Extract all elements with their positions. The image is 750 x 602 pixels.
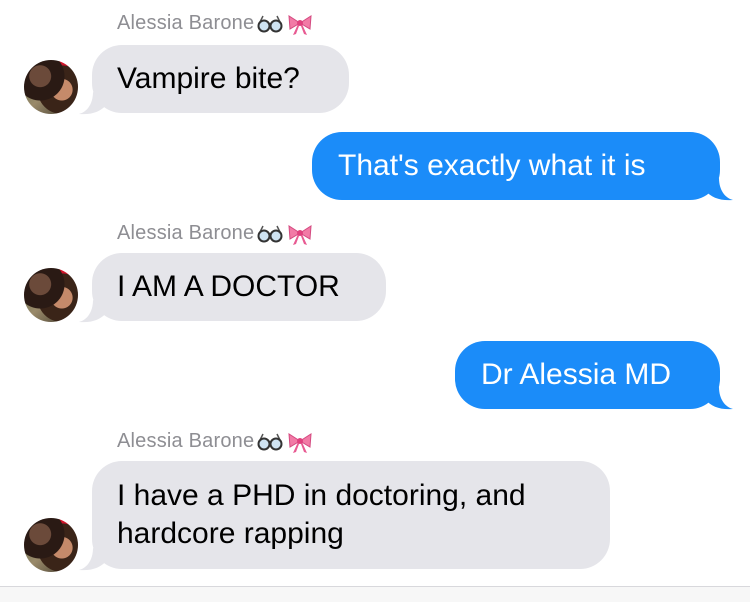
incoming-message[interactable]: I have a PHD in doctoring, and hardcore … bbox=[92, 461, 610, 569]
incoming-message[interactable]: I AM A DOCTOR bbox=[92, 253, 386, 321]
ribbon-emoji-icon bbox=[288, 14, 312, 35]
incoming-message[interactable]: Vampire bite? bbox=[92, 45, 349, 113]
glasses-emoji-icon bbox=[257, 225, 283, 242]
ribbon-emoji-icon bbox=[288, 432, 312, 453]
input-bar-edge bbox=[0, 586, 750, 602]
outgoing-message[interactable]: Dr Alessia MD bbox=[455, 341, 720, 409]
sender-name: Alessia Barone bbox=[117, 430, 314, 453]
avatar[interactable] bbox=[24, 518, 78, 572]
avatar[interactable] bbox=[24, 60, 78, 114]
bubble-tail bbox=[705, 178, 733, 201]
sender-name: Alessia Barone bbox=[117, 12, 314, 35]
outgoing-message[interactable]: That's exactly what it is bbox=[312, 132, 720, 200]
sender-name: Alessia Barone bbox=[117, 222, 314, 245]
glasses-emoji-icon bbox=[257, 433, 283, 450]
bubble-tail bbox=[705, 387, 733, 410]
glasses-emoji-icon bbox=[257, 15, 283, 32]
avatar[interactable] bbox=[24, 268, 78, 322]
ribbon-emoji-icon bbox=[288, 224, 312, 245]
